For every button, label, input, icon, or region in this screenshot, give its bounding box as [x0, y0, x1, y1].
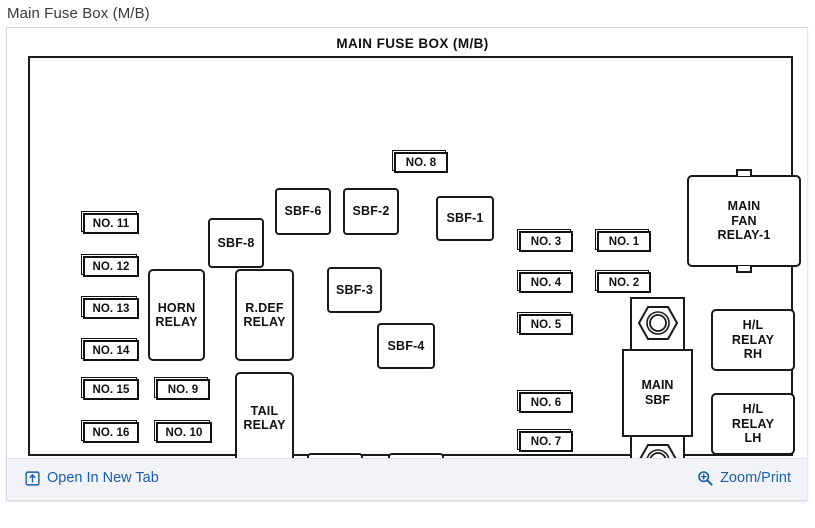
fuse-no-1: NO. 1 [595, 229, 651, 252]
fuse-number-label: NO. 16 [83, 422, 139, 443]
fuse-number-label: NO. 11 [83, 213, 139, 234]
relay-label-line: FAN [731, 213, 757, 228]
fuse-number-label: NO. 1 [597, 231, 651, 252]
relay-tab-bottom [736, 266, 752, 273]
fuse-no-10: NO. 10 [154, 420, 212, 443]
fuse-number-label: NO. 4 [519, 272, 573, 293]
fuse-number-label: NO. 14 [83, 340, 139, 361]
external-link-icon [25, 470, 40, 486]
fuse-no-6: NO. 6 [517, 390, 573, 413]
tail-relay-box: TAIL RELAY [235, 372, 294, 464]
fuse-number-label: NO. 8 [394, 152, 448, 173]
diagram-title: MAIN FUSE BOX (M/B) [336, 36, 489, 51]
hl-relay-rh-box: H/L RELAY RH [711, 309, 795, 371]
relay-label-line: LH [744, 431, 762, 446]
main-fan-relay-1-box: MAIN FAN RELAY-1 [687, 169, 801, 273]
relay-label-line: R.DEF [245, 300, 284, 315]
relay-label-line: RELAY [731, 416, 775, 431]
open-in-new-tab-button[interactable]: Open In New Tab [25, 470, 159, 486]
open-in-new-tab-label: Open In New Tab [47, 470, 159, 486]
sbf-1-box: SBF-1 [436, 196, 494, 241]
horn-relay-box: HORN RELAY [148, 269, 205, 361]
fuse-no-2: NO. 2 [595, 270, 651, 293]
image-viewer-panel: MAIN FUSE BOX (M/B) NO. 1 NO. 2 NO. 3 NO. 4… [6, 27, 808, 501]
sbf-8-box: SBF-8 [208, 218, 264, 268]
relay-label-line: RELAY [243, 315, 286, 329]
zoom-print-button[interactable]: Zoom/Print [697, 470, 791, 486]
fuse-no-9: NO. 9 [154, 377, 210, 400]
sbf-label: SBF-4 [387, 338, 425, 353]
relay-label-line: RELAY [731, 332, 775, 347]
fuse-number-label: NO. 3 [519, 231, 573, 252]
fuse-no-14: NO. 14 [81, 338, 139, 361]
sbf-label: SBF-2 [352, 204, 390, 219]
sbf-label: SBF-1 [446, 211, 484, 226]
main-sbf-label-line: MAIN [641, 378, 674, 392]
sbf-2-box: SBF-2 [343, 188, 399, 235]
sbf-label: SBF-8 [217, 235, 255, 250]
main-sbf-label-line: SBF [645, 393, 670, 407]
fuse-number-label: NO. 12 [83, 256, 139, 277]
fuse-no-3: NO. 3 [517, 229, 573, 252]
relay-label-line: RELAY [155, 315, 198, 329]
fuse-no-11: NO. 11 [81, 211, 139, 234]
main-sbf-box: MAIN SBF [622, 349, 693, 437]
sbf-4-box: SBF-4 [377, 323, 435, 369]
fuse-no-13: NO. 13 [81, 296, 139, 319]
fuse-no-12: NO. 12 [81, 254, 139, 277]
sbf-label: SBF-3 [335, 282, 374, 297]
fuse-no-15: NO. 15 [81, 377, 139, 400]
fuse-no-5: NO. 5 [517, 312, 573, 335]
magnifier-plus-icon [697, 470, 713, 486]
relay-label-line: HORN [157, 300, 196, 315]
relay-tab-top [736, 169, 752, 176]
relay-label-line: RELAY [243, 418, 286, 432]
viewer-toolbar: Open In New Tab Zoom/Print [7, 458, 807, 500]
fuse-number-label: NO. 13 [83, 298, 139, 319]
relay-label-line: TAIL [250, 403, 279, 418]
fuse-number-label: NO. 7 [519, 431, 573, 452]
fuse-number-label: NO. 10 [156, 422, 212, 443]
fuse-no-16: NO. 16 [81, 420, 139, 443]
relay-label-line: RH [743, 347, 763, 362]
fuse-number-label: NO. 5 [519, 314, 573, 335]
hex-nut-top [637, 305, 679, 346]
relay-label-line: H/L [742, 318, 764, 333]
sbf-label: SBF-6 [284, 204, 322, 219]
hl-relay-lh-box: H/L RELAY LH [711, 393, 795, 455]
fuse-number-label: NO. 6 [519, 392, 573, 413]
zoom-print-label: Zoom/Print [720, 470, 791, 486]
sbf-3-box: SBF-3 [327, 267, 382, 313]
page-title: Main Fuse Box (M/B) [7, 5, 150, 22]
relay-label-line: H/L [742, 402, 764, 417]
fuse-no-8: NO. 8 [392, 150, 448, 173]
fuse-number-label: NO. 9 [156, 379, 210, 400]
relay-label-line: MAIN [727, 199, 761, 214]
fuse-box-diagram: MAIN FUSE BOX (M/B) NO. 1 NO. 2 NO. 3 NO. 4… [28, 36, 801, 499]
fuse-no-7: NO. 7 [517, 429, 573, 452]
fuse-number-label: NO. 2 [597, 272, 651, 293]
fuse-no-4: NO. 4 [517, 270, 573, 293]
fuse-number-label: NO. 15 [83, 379, 139, 400]
rdef-relay-box: R.DEF RELAY [235, 269, 294, 361]
sbf-6-box: SBF-6 [275, 188, 331, 235]
relay-label-line: RELAY-1 [717, 228, 771, 243]
